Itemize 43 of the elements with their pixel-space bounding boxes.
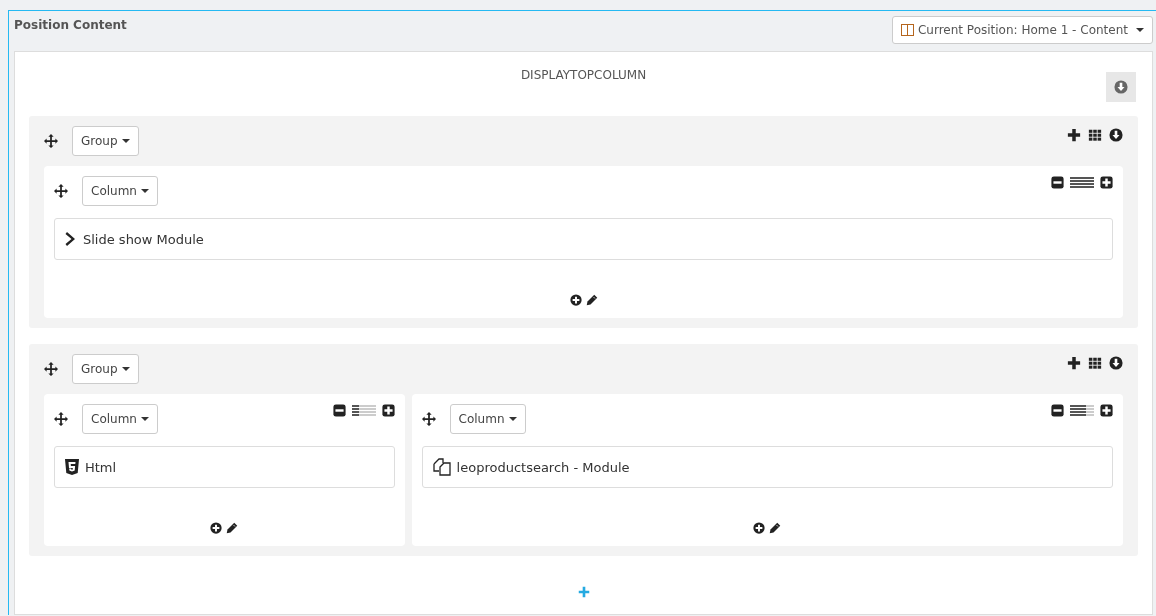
add-icon[interactable]: [753, 522, 766, 534]
move-icon[interactable]: [44, 134, 58, 148]
add-icon[interactable]: [1067, 128, 1081, 142]
grid-icon[interactable]: [1088, 356, 1102, 370]
minus-icon[interactable]: [332, 404, 346, 417]
move-icon[interactable]: [421, 412, 436, 426]
grid-icon[interactable]: [1088, 128, 1102, 142]
group-dropdown[interactable]: Group: [72, 126, 139, 156]
minus-icon[interactable]: [1051, 176, 1064, 189]
add-icon[interactable]: [1067, 356, 1081, 370]
add-group-icon[interactable]: [576, 585, 591, 599]
move-icon[interactable]: [44, 362, 58, 376]
position-name: DISPLAYTOPCOLUMN: [519, 68, 648, 82]
module-name: leoproductsearch - Module: [456, 459, 630, 475]
pencil-icon[interactable]: [226, 522, 239, 534]
download-icon[interactable]: [1109, 356, 1123, 370]
module-name: Slide show Module: [83, 231, 204, 247]
plus-icon[interactable]: [1100, 404, 1113, 417]
copy-icon: [432, 458, 451, 476]
column-dropdown[interactable]: Column: [82, 404, 158, 434]
download-button[interactable]: [1106, 72, 1136, 102]
column-dropdown[interactable]: Column: [82, 176, 158, 206]
module-item[interactable]: Html: [54, 446, 395, 488]
download-icon[interactable]: [1109, 128, 1123, 142]
add-icon[interactable]: [569, 294, 582, 306]
column-dropdown[interactable]: Column: [449, 404, 526, 434]
html5-icon: [65, 459, 79, 475]
group-dropdown[interactable]: Group: [72, 354, 139, 384]
pencil-icon[interactable]: [769, 522, 782, 534]
chevron-icon: [65, 231, 77, 247]
minus-icon[interactable]: [1051, 404, 1064, 417]
move-icon[interactable]: [54, 184, 68, 198]
module-item[interactable]: Slide show Module: [54, 218, 1113, 260]
module-item[interactable]: leoproductsearch - Module: [421, 446, 1113, 488]
pencil-icon[interactable]: [585, 294, 598, 306]
columns-icon: [900, 24, 914, 36]
module-name: Html: [85, 459, 117, 475]
plus-icon[interactable]: [1100, 176, 1113, 189]
move-icon[interactable]: [54, 412, 68, 426]
add-icon[interactable]: [210, 522, 223, 534]
panel-title: Position Content: [14, 18, 127, 32]
plus-icon[interactable]: [381, 404, 395, 417]
position-dropdown[interactable]: Current Position: Home 1 - Content: [891, 16, 1153, 44]
